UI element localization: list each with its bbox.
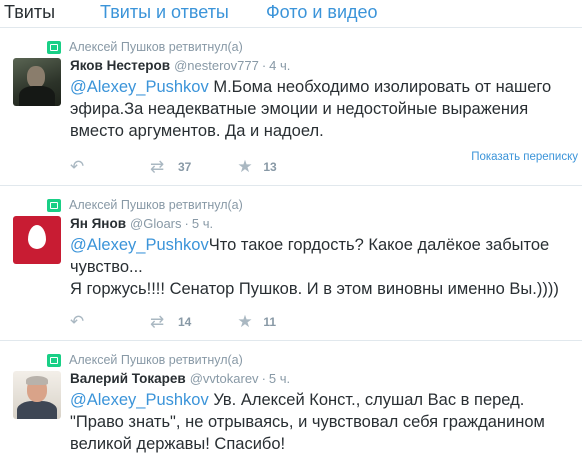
tweet-time[interactable]: 5 ч. [192,216,213,231]
author-handle[interactable]: @Gloars [130,216,182,231]
reply-button[interactable]: ↶ [70,312,90,332]
tweet[interactable]: Алексей Пушков ретвитнул(а) Валерий Тока… [0,341,582,458]
retweet-icon [47,353,61,367]
retweet-button[interactable]: ⇄ 37 [90,157,191,177]
retweet-context-text[interactable]: Алексей Пушков ретвитнул(а) [69,353,243,367]
separator-dot: · [261,371,266,386]
retweet-icon: ⇄ [150,157,165,176]
author-handle[interactable]: @nesterov777 [174,58,259,73]
favorite-count: 13 [263,160,277,174]
author-handle[interactable]: @vvtokarev [190,371,259,386]
favorite-button[interactable]: ★ 11 [191,312,276,332]
retweet-context: Алексей Пушков ретвитнул(а) [47,39,243,55]
tweet-header: Ян Янов @Gloars · 5 ч. [70,216,213,234]
retweet-context: Алексей Пушков ретвитнул(а) [47,197,243,213]
avatar[interactable] [13,216,61,264]
retweet-count: 37 [178,160,192,174]
tab-photos-and-videos[interactable]: Фото и видео [266,1,378,23]
tab-tweets-and-replies[interactable]: Твиты и ответы [100,1,229,23]
show-conversation-link[interactable]: Показать переписку [471,151,578,163]
star-icon: ★ [237,312,253,331]
favorite-count: 11 [263,315,277,329]
mention-link[interactable]: @Alexey_Pushkov [70,78,209,96]
tweet-time[interactable]: 4 ч. [269,58,290,73]
tweet-body-line2: Я горжусь!!!! Сенатор Пушков. И в этом в… [70,280,559,298]
tab-tweets[interactable]: Твиты [4,1,55,23]
retweet-icon [47,198,61,212]
profile-tabs: Твиты Твиты и ответы Фото и видео [0,0,582,28]
retweet-icon [47,40,61,54]
tweet-header: Валерий Токарев @vvtokarev · 5 ч. [70,371,290,389]
separator-dot: · [184,216,189,231]
mention-link[interactable]: @Alexey_Pushkov [70,236,209,254]
retweet-icon: ⇄ [150,312,165,331]
avatar[interactable] [13,371,61,419]
tweet-actions: ↶ ⇄ 14 ★ 11 [70,312,276,332]
retweet-context: Алексей Пушков ретвитнул(а) [47,352,243,368]
tweet-text: @Alexey_Pushkov М.Бома необходимо изолир… [70,76,575,142]
tweet-actions: ↶ ⇄ 37 ★ 13 [70,157,277,177]
reply-icon: ↶ [70,157,85,176]
tweet-header: Яков Нестеров @nesterov777 · 4 ч. [70,58,290,76]
tweet-text: @Alexey_Pushkov Ув. Алексей Конст., слуш… [70,389,575,455]
reply-button[interactable]: ↶ [70,157,90,177]
separator-dot: · [261,58,267,73]
star-icon: ★ [237,157,253,176]
tweet-time[interactable]: 5 ч. [269,371,290,386]
retweet-context-text[interactable]: Алексей Пушков ретвитнул(а) [69,40,243,54]
avatar[interactable] [13,58,61,106]
favorite-button[interactable]: ★ 13 [191,157,276,177]
reply-icon: ↶ [70,312,85,331]
retweet-context-text[interactable]: Алексей Пушков ретвитнул(а) [69,198,243,212]
mention-link[interactable]: @Alexey_Pushkov [70,391,209,409]
tweet[interactable]: Алексей Пушков ретвитнул(а) Яков Нестеро… [0,28,582,186]
retweet-button[interactable]: ⇄ 14 [90,312,191,332]
tweet[interactable]: Алексей Пушков ретвитнул(а) Ян Янов @Glo… [0,186,582,341]
tweet-text: @Alexey_PushkovЧто такое гордость? Какое… [70,234,575,300]
author-name[interactable]: Ян Янов [70,216,126,231]
author-name[interactable]: Валерий Токарев [70,371,186,386]
retweet-count: 14 [178,315,192,329]
author-name[interactable]: Яков Нестеров [70,58,170,73]
